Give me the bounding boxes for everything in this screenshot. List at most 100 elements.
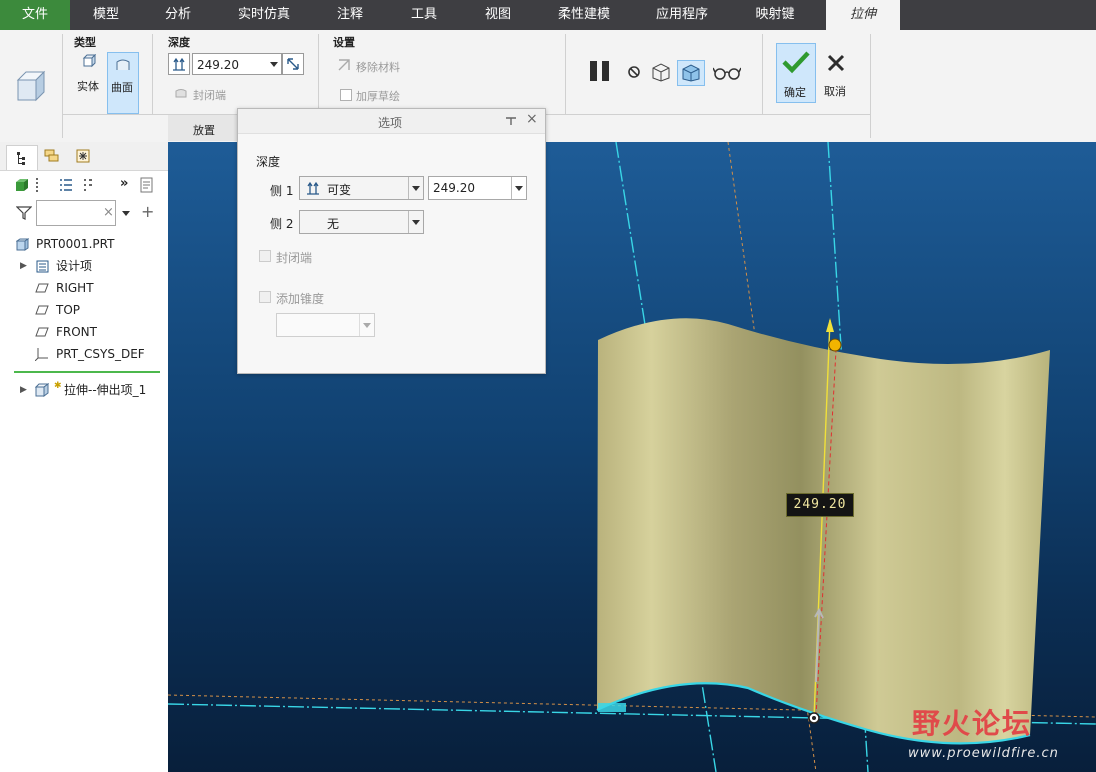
- thicken-checkbox[interactable]: [340, 89, 352, 101]
- blind-depth-icon: [173, 57, 185, 71]
- tab-view[interactable]: 视图: [470, 0, 526, 30]
- type-group-label: 类型: [74, 36, 96, 49]
- layers-icon[interactable]: [44, 149, 60, 163]
- flip-direction-button[interactable]: [282, 53, 304, 75]
- show-features-icon[interactable]: [15, 178, 29, 192]
- capped-ends-label[interactable]: 封闭端: [193, 87, 226, 103]
- expand-arrow-icon[interactable]: ▶: [20, 380, 27, 400]
- pin-icon[interactable]: [505, 116, 517, 126]
- tree-filter-icon[interactable]: [82, 177, 94, 193]
- thicken-label: 加厚草绘: [356, 90, 400, 103]
- dialog-title: 选项: [378, 116, 403, 130]
- tree-item-label: FRONT: [56, 325, 97, 339]
- chevron-down-icon: [515, 186, 523, 191]
- side1-label: 侧 1: [270, 184, 294, 198]
- side1-type-select[interactable]: 可变: [299, 176, 424, 200]
- cancel-button[interactable]: 取消: [818, 43, 856, 101]
- design-items-icon: [36, 260, 49, 273]
- pause-button[interactable]: [588, 59, 612, 83]
- favorites-icon[interactable]: [76, 149, 90, 163]
- new-feature-star-icon: ✱: [54, 381, 62, 391]
- solid-label: 实体: [77, 80, 99, 93]
- capped-ends-icon: [175, 89, 187, 98]
- side2-label: 侧 2: [270, 217, 294, 231]
- tree-item-label: 拉伸--伸出项_1: [64, 383, 147, 397]
- add-taper-checkbox[interactable]: [259, 291, 271, 303]
- depth-value-combo[interactable]: 249.20: [192, 53, 282, 75]
- pause-icon: [590, 61, 609, 81]
- remove-material-icon: [338, 59, 350, 71]
- tab-model-tree[interactable]: [6, 145, 38, 170]
- filter-dropdown-icon[interactable]: [122, 211, 130, 216]
- side1-value-combo[interactable]: 249.20: [428, 176, 527, 200]
- add-taper-label: 添加锥度: [276, 292, 325, 306]
- preview-mesh-button[interactable]: [650, 62, 672, 82]
- expand-arrow-icon[interactable]: ▶: [20, 256, 27, 276]
- depth-group-label: 深度: [168, 36, 190, 49]
- chevron-down-icon: [270, 62, 278, 67]
- side2-type-select[interactable]: 无: [299, 210, 424, 234]
- options-dialog: 选项 × 深度 侧 1 可变 249.20 侧 2 无 封闭端 添加锥度: [237, 108, 546, 374]
- tree-item-label: TOP: [56, 303, 81, 317]
- close-icon[interactable]: ×: [526, 111, 538, 127]
- surface-button[interactable]: 曲面: [107, 52, 139, 114]
- no-preview-button[interactable]: [627, 65, 641, 79]
- chevron-down-icon: [412, 186, 420, 191]
- geometry-preview-icon: [682, 64, 700, 82]
- tab-extrude[interactable]: 拉伸: [826, 0, 900, 30]
- chevron-down-icon: [412, 220, 420, 225]
- datum-plane-icon: [35, 327, 49, 337]
- list-icon[interactable]: [58, 177, 74, 193]
- depth-drag-handle[interactable]: [828, 338, 842, 352]
- more-chevron-icon[interactable]: »: [120, 176, 128, 191]
- insert-here-indicator[interactable]: [14, 371, 160, 373]
- blind-depth-icon: [307, 181, 319, 195]
- surface-icon: [116, 59, 130, 70]
- tab-model[interactable]: 模型: [78, 0, 134, 30]
- tab-mapkeys[interactable]: 映射键: [746, 0, 804, 30]
- verify-button[interactable]: [712, 65, 742, 81]
- extruded-surface[interactable]: [597, 318, 1050, 744]
- model-tree-panel: » × + PRT0001.PRT ▶ 设计项 RIGHT TOP FRONT …: [0, 142, 169, 772]
- preview-geometry-button[interactable]: [677, 60, 705, 86]
- depth-value: 249.20: [197, 58, 239, 72]
- dialog-title-bar[interactable]: 选项 ×: [238, 109, 545, 134]
- cancel-label: 取消: [824, 85, 846, 98]
- tab-simulation[interactable]: 实时仿真: [228, 0, 300, 30]
- extrude-feature-icon: [35, 383, 49, 397]
- surface-label: 曲面: [111, 81, 133, 94]
- side2-type-value: 无: [327, 217, 340, 231]
- side1-type-value: 可变: [327, 183, 352, 197]
- tab-file[interactable]: 文件: [0, 0, 70, 30]
- tab-placement[interactable]: 放置: [168, 115, 240, 141]
- depth-dimension-label[interactable]: 249.20: [786, 493, 854, 517]
- datum-plane-icon: [35, 305, 49, 315]
- ok-button[interactable]: 确定: [776, 43, 816, 103]
- depth-type-button[interactable]: [168, 53, 190, 75]
- menu-bar: 文件 模型 分析 实时仿真 注释 工具 视图 柔性建模 应用程序 映射键 拉伸: [0, 0, 1096, 30]
- coordinate-system-icon: [35, 348, 48, 361]
- tree-item-label: 设计项: [56, 259, 93, 273]
- clear-icon[interactable]: ×: [103, 205, 114, 220]
- tree-item-label: PRT_CSYS_DEF: [56, 347, 145, 361]
- tab-analysis[interactable]: 分析: [150, 0, 206, 30]
- close-icon: [827, 54, 845, 72]
- solid-button[interactable]: [74, 52, 104, 72]
- ribbon: 类型 实体 曲面 深度 249.20 封闭端 设置 移除材料 加厚草绘 确定 取…: [0, 30, 1096, 143]
- solid-icon: [82, 54, 96, 68]
- taper-angle-combo[interactable]: [276, 313, 375, 337]
- tree-search-input[interactable]: ×: [36, 200, 116, 226]
- tree-root-label: PRT0001.PRT: [36, 237, 115, 251]
- tab-applications[interactable]: 应用程序: [646, 0, 718, 30]
- tab-tools[interactable]: 工具: [396, 0, 452, 30]
- add-icon[interactable]: +: [141, 202, 154, 221]
- placement-label: 放置: [193, 124, 215, 137]
- tab-annotate[interactable]: 注释: [322, 0, 378, 30]
- document-icon[interactable]: [140, 177, 154, 193]
- mesh-preview-icon: [652, 63, 670, 82]
- filter-icon[interactable]: [16, 206, 32, 220]
- tab-flexible-modeling[interactable]: 柔性建模: [548, 0, 620, 30]
- capped-ends-checkbox[interactable]: [259, 250, 271, 262]
- remove-material-label[interactable]: 移除材料: [356, 59, 400, 75]
- watermark-url: www.proewildfire.cn: [908, 746, 1059, 761]
